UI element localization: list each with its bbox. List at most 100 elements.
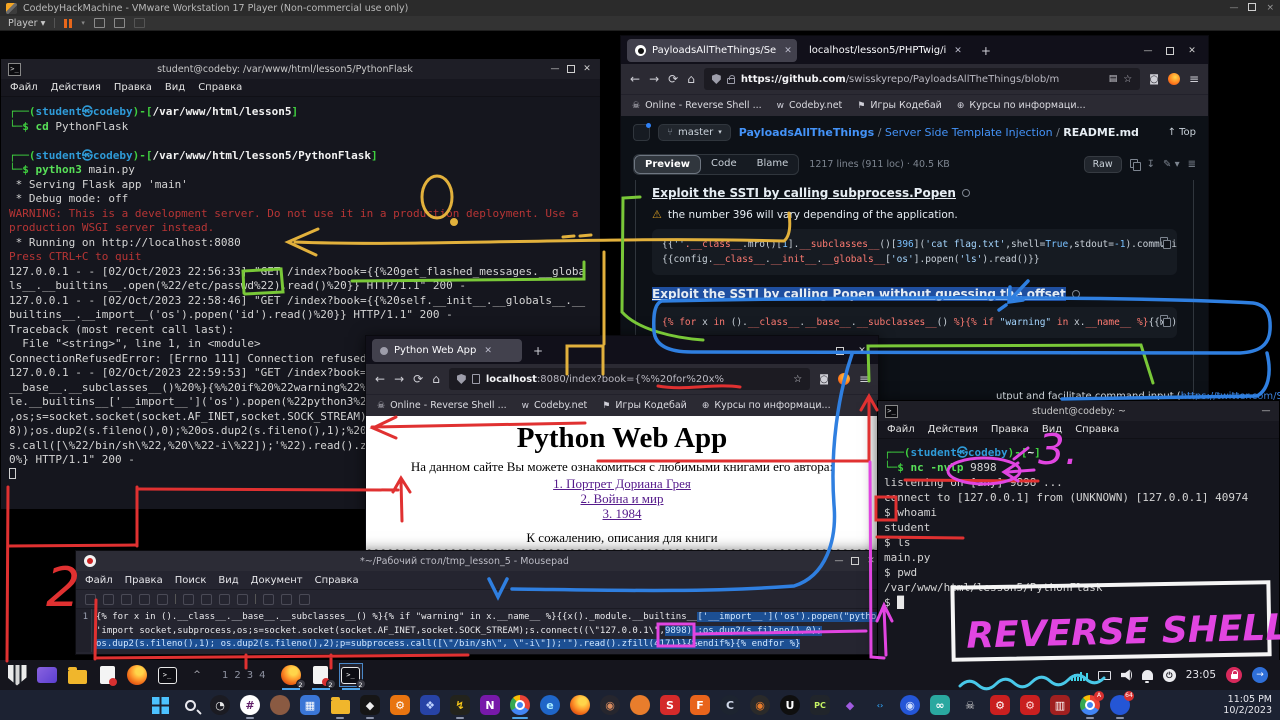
url-bar[interactable]: https://github.com/swisskyrepo/PayloadsA…: [704, 68, 1140, 90]
blender-icon[interactable]: ◉: [747, 692, 773, 718]
terminal-titlebar[interactable]: >_ student@codeby: /var/www/html/lesson5…: [1, 59, 600, 79]
file-manager-icon[interactable]: [66, 664, 88, 686]
workspace-number[interactable]: 3: [247, 670, 253, 681]
menu-item[interactable]: Файл: [85, 575, 113, 586]
menu-item[interactable]: Действия: [51, 82, 101, 93]
visual-studio-icon[interactable]: ◆: [837, 692, 863, 718]
calendar-icon[interactable]: ▦: [297, 692, 323, 718]
lock-screen-icon[interactable]: [1226, 667, 1242, 683]
view-tab-code[interactable]: Code: [701, 155, 747, 174]
terminal-launcher-icon[interactable]: >_: [156, 664, 178, 686]
minimize-button[interactable]: —: [812, 345, 824, 357]
menu-item[interactable]: Вид: [1042, 424, 1062, 435]
firefox-account-icon[interactable]: [838, 373, 850, 385]
virtualbox-icon[interactable]: ❖: [417, 692, 443, 718]
chevron-up-icon[interactable]: ^: [186, 664, 208, 686]
view-tab-preview[interactable]: Preview: [634, 155, 701, 174]
red-toolbox-app-icon[interactable]: ▥: [1047, 692, 1073, 718]
new-tab-button[interactable]: +: [526, 344, 550, 358]
minimize-button[interactable]: —: [1229, 3, 1238, 13]
orange-f-app-icon[interactable]: F: [687, 692, 713, 718]
minimize-button[interactable]: —: [1260, 405, 1272, 417]
send-keys-icon[interactable]: [94, 18, 105, 28]
terminal-running-icon[interactable]: >_2: [340, 664, 362, 686]
copy-icon[interactable]: [1130, 159, 1139, 169]
firefox-account-icon[interactable]: [1168, 73, 1180, 85]
menu-item[interactable]: Правка: [991, 424, 1029, 435]
breadcrumb-repo[interactable]: PayloadsAllTheThings: [739, 126, 874, 139]
maximize-button[interactable]: [851, 557, 859, 565]
code-block-for-loop[interactable]: {% for x in ().__class__.__base__.__subc…: [652, 307, 1177, 338]
menu-icon[interactable]: ≡: [1189, 72, 1199, 86]
mousepad-titlebar[interactable]: *~/Рабочий стол/tmp_lesson_5 - Mousepad …: [76, 551, 885, 571]
minimize-button[interactable]: —: [833, 555, 845, 567]
menu-item[interactable]: Поиск: [175, 575, 207, 586]
gauge-app-icon[interactable]: ◔: [207, 692, 233, 718]
top-link[interactable]: ↑ Top: [1168, 127, 1196, 138]
bookmark-item[interactable]: ⚑Игры Кодебай: [602, 400, 687, 411]
close-button[interactable]: ✕: [856, 345, 868, 357]
davinci-resolve-icon[interactable]: ◉: [597, 692, 623, 718]
breadcrumb-folder[interactable]: Server Side Template Injection: [885, 126, 1053, 139]
tab-payloadsallthethings[interactable]: PayloadsAllTheThings/Se✕: [627, 39, 797, 62]
player-menu[interactable]: Player ▾: [8, 18, 45, 29]
maximize-button[interactable]: [1166, 47, 1174, 55]
pin64-app-icon[interactable]: 64: [1107, 692, 1133, 718]
kali-menu-icon[interactable]: [6, 664, 28, 686]
maximize-button[interactable]: [836, 347, 844, 355]
home-icon[interactable]: ⌂: [687, 72, 695, 86]
bookmark-star-icon[interactable]: ☆: [1123, 74, 1132, 85]
edit-pencil-icon[interactable]: ✎ ▾: [1163, 159, 1180, 170]
reload-icon[interactable]: ⟳: [413, 372, 423, 386]
chrome-profile-icon[interactable]: A: [1077, 692, 1103, 718]
book-link[interactable]: 3. 1984: [366, 506, 878, 521]
display-icon[interactable]: [1098, 671, 1111, 680]
terminal-output[interactable]: ┌──(student㉿codeby)-[~]└─$ nc -nvlp 9898…: [878, 439, 1279, 616]
bookmark-star-icon[interactable]: ☆: [793, 374, 802, 385]
onenote-icon[interactable]: N: [477, 692, 503, 718]
menu-item[interactable]: Действия: [928, 424, 978, 435]
bookmark-item[interactable]: ☠Online - Reverse Shell ...: [632, 100, 762, 111]
black-diamond-app-icon[interactable]: ◆: [357, 692, 383, 718]
vmware-orange-app-icon[interactable]: ⚙: [387, 692, 413, 718]
skull-app-icon[interactable]: ☠: [957, 692, 983, 718]
maximize-button[interactable]: [1248, 3, 1256, 11]
menu-item[interactable]: Правка: [125, 575, 163, 586]
red-gear-app-icon-2[interactable]: ⚙: [1017, 692, 1043, 718]
maximize-button[interactable]: [567, 65, 575, 73]
menu-item[interactable]: Справка: [315, 575, 359, 586]
blue-pin-app-icon[interactable]: ◉: [897, 692, 923, 718]
home-icon[interactable]: ⌂: [432, 372, 440, 386]
editor-text[interactable]: {% for x in ().__class__.__base__.__subc…: [92, 609, 885, 652]
chrome-icon[interactable]: [507, 692, 533, 718]
download-icon[interactable]: ↧: [1147, 159, 1155, 170]
bookmark-item[interactable]: ⊕Курсы по информаци...: [957, 100, 1086, 111]
tracking-shield-icon[interactable]: [712, 74, 721, 84]
bookmark-item[interactable]: wCodeby.net: [522, 400, 588, 411]
forward-icon[interactable]: →: [649, 72, 659, 86]
bookmark-item[interactable]: ⚑Игры Кодебай: [857, 100, 942, 111]
menu-item[interactable]: Файл: [887, 424, 915, 435]
bookmark-item[interactable]: ☠Online - Reverse Shell ...: [377, 400, 507, 411]
text-editor-icon[interactable]: [96, 664, 118, 686]
slack-icon[interactable]: #: [237, 692, 263, 718]
tracking-shield-icon[interactable]: [457, 374, 466, 384]
workspace-icon[interactable]: [36, 664, 58, 686]
profile-photo-icon[interactable]: [267, 692, 293, 718]
search-icon[interactable]: [177, 692, 203, 718]
menu-item[interactable]: Правка: [114, 82, 152, 93]
forward-icon[interactable]: →: [394, 372, 404, 386]
edge-icon[interactable]: e: [537, 692, 563, 718]
menu-item[interactable]: Файл: [10, 82, 38, 93]
book-link[interactable]: 1. Портрет Дориана Грея: [366, 476, 878, 491]
menu-item[interactable]: Документ: [251, 575, 303, 586]
logout-icon[interactable]: →: [1252, 667, 1268, 683]
fullscreen-icon[interactable]: [114, 18, 125, 28]
workspace-number[interactable]: 1: [222, 670, 228, 681]
red-s-app-icon[interactable]: S: [657, 692, 683, 718]
outline-icon[interactable]: ≣: [1188, 159, 1196, 170]
vm-clock[interactable]: 23:05: [1186, 669, 1216, 681]
bookmark-item[interactable]: wCodeby.net: [777, 100, 843, 111]
copy-icon[interactable]: [1160, 315, 1169, 325]
reader-mode-icon[interactable]: ▤: [1109, 74, 1118, 84]
